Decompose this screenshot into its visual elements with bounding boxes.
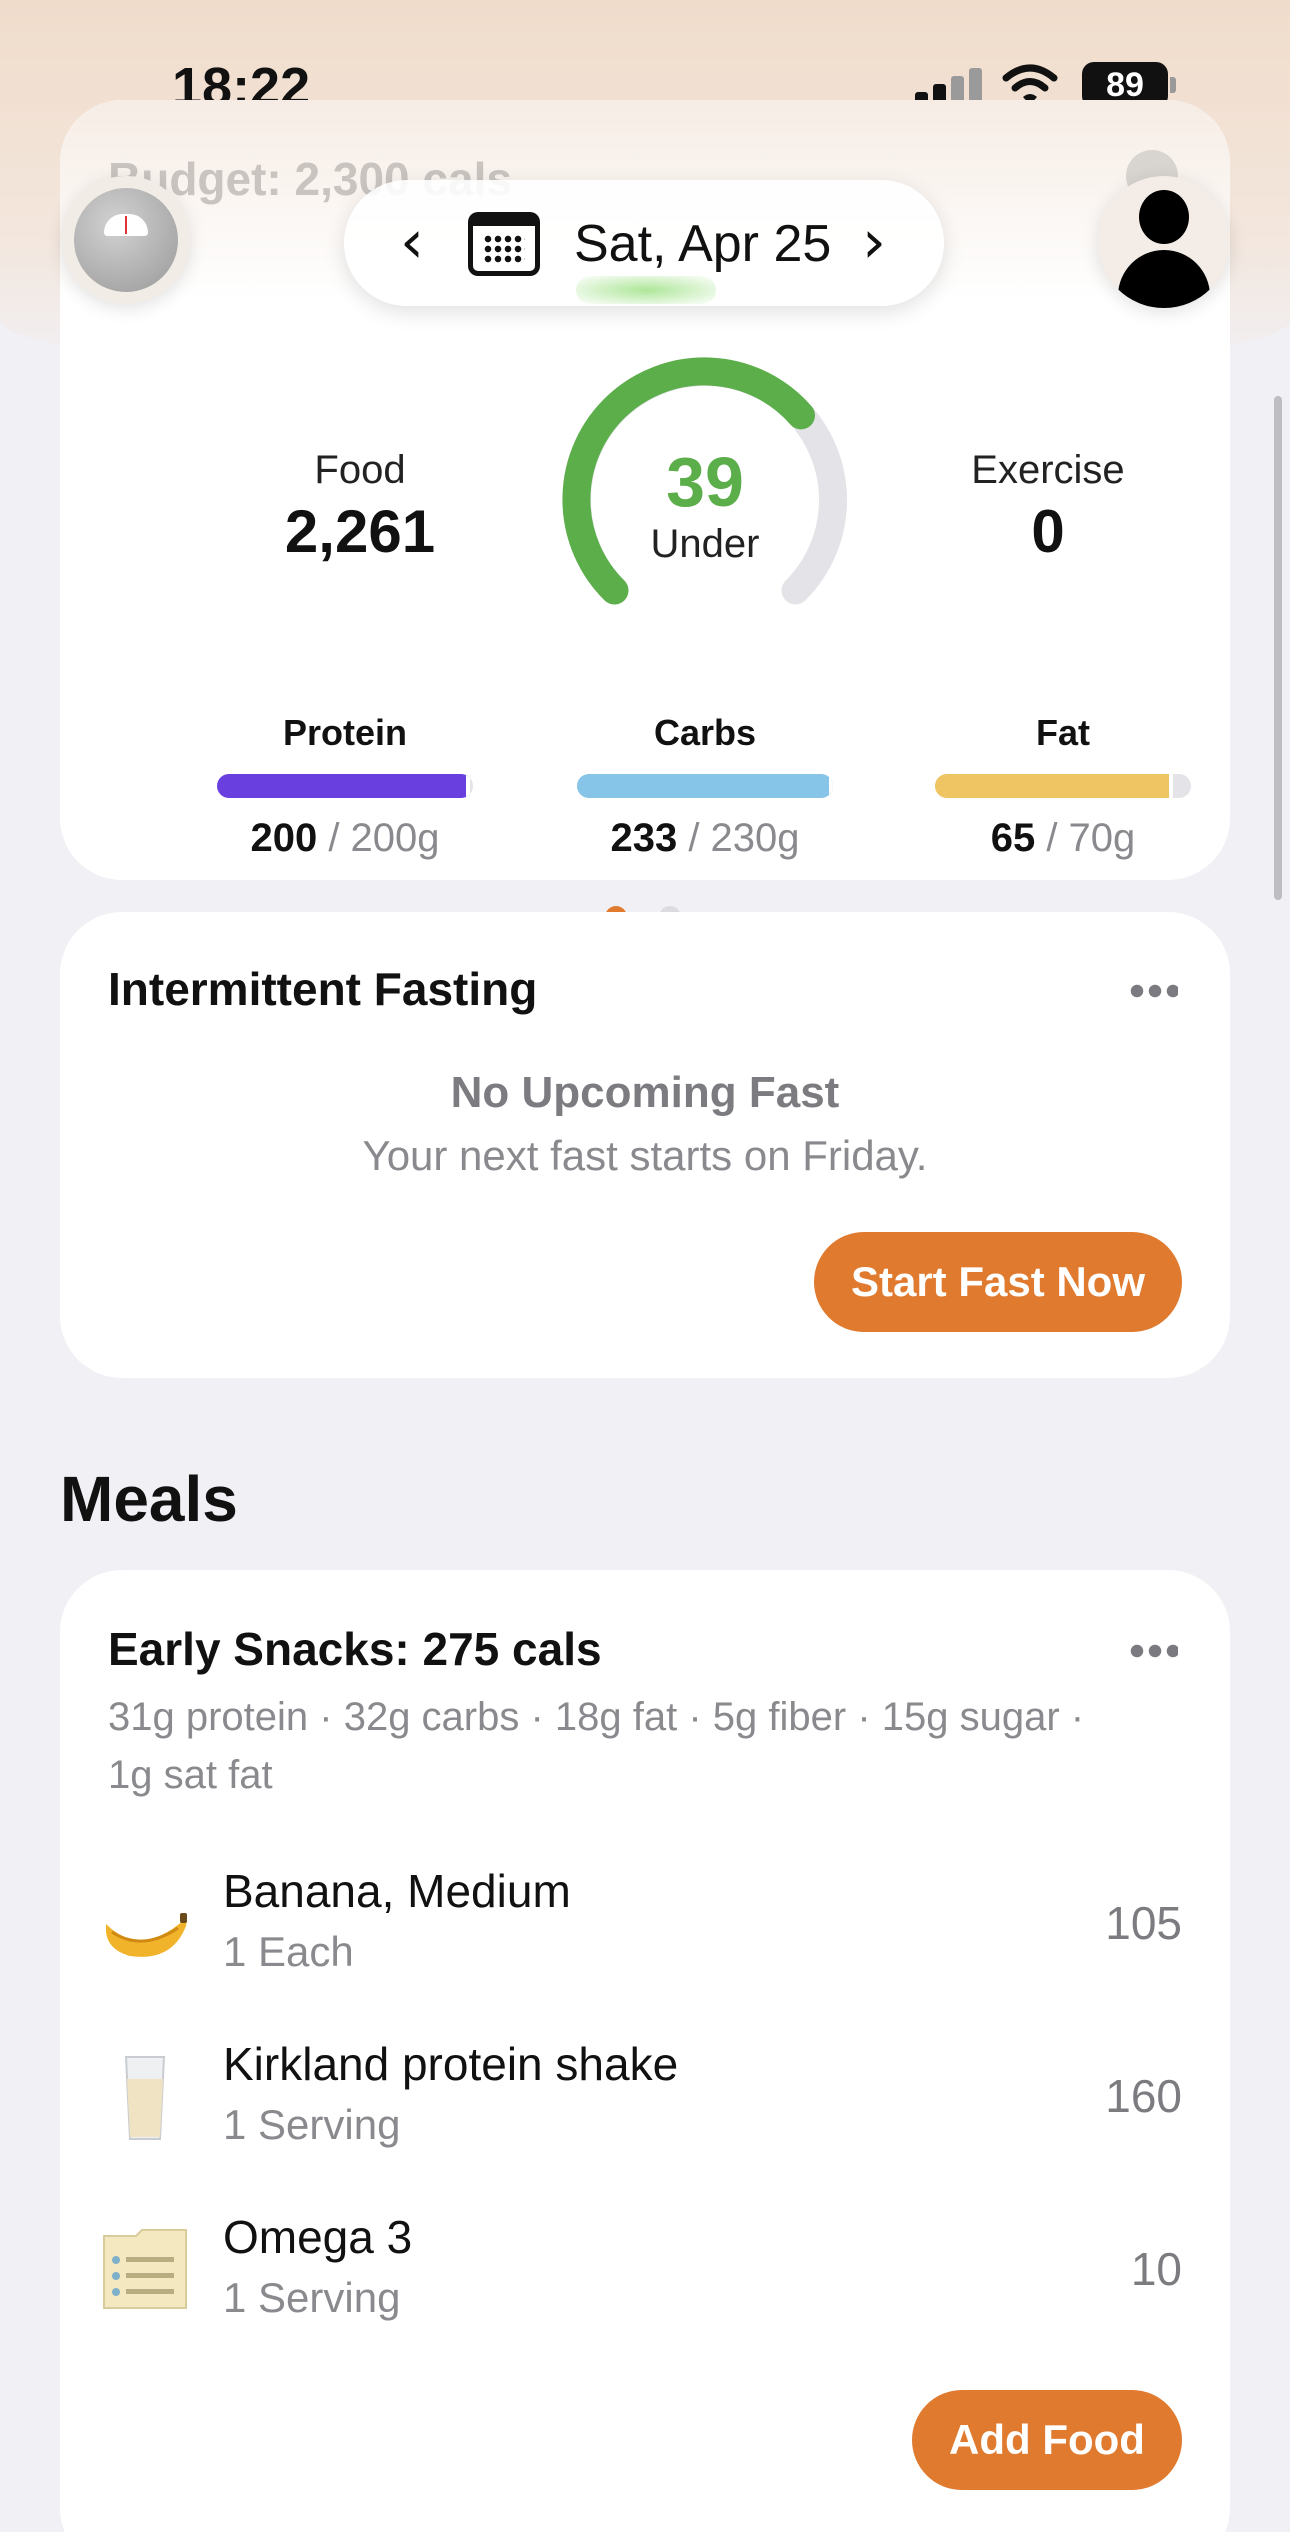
macro-amount: 233 / 230g — [610, 816, 800, 860]
food-row[interactable]: Omega 3 1 Serving 10 — [60, 2192, 1230, 2352]
macro-progress-bar — [577, 774, 833, 798]
remaining-calories: 39 — [666, 443, 744, 521]
macro-progress-fill — [217, 774, 471, 798]
calorie-gauge[interactable]: 39 Under — [550, 350, 860, 640]
macro-amount: 200 / 200g — [250, 816, 440, 860]
macro-carbs[interactable]: Carbs 233 / 230g — [575, 712, 835, 861]
fasting-status-title: No Upcoming Fast — [450, 1068, 840, 1117]
more-options-icon[interactable] — [1128, 984, 1178, 998]
macro-name: Protein — [282, 712, 407, 753]
food-metric[interactable]: Food 2,261 — [230, 448, 490, 566]
meal-card-early-snacks: Early Snacks: 275 cals 31g protein · 32g… — [60, 1570, 1230, 2532]
date-label[interactable]: Sat, Apr 25 — [574, 214, 831, 274]
macro-progress-bar — [935, 774, 1191, 798]
macro-amount: 65 / 70g — [990, 816, 1136, 860]
add-food-button[interactable]: Add Food — [912, 2390, 1182, 2490]
exercise-metric[interactable]: Exercise 0 — [918, 448, 1178, 566]
scrollbar[interactable] — [1274, 396, 1282, 900]
macro-progress-fill — [577, 774, 833, 798]
glass-icon — [124, 2056, 166, 2140]
scale-needle — [125, 216, 127, 234]
meal-macro-summary: 31g protein · 32g carbs · 18g fat · 5g f… — [108, 1695, 1085, 1797]
macro-name: Fat — [1036, 712, 1090, 753]
chevron-right-icon[interactable]: › — [844, 212, 904, 274]
note-icon — [103, 2229, 187, 2309]
remaining-label: Under — [650, 522, 760, 566]
scale-icon — [74, 188, 178, 292]
food-name: Banana, Medium — [223, 1865, 571, 1917]
start-fast-button[interactable]: Start Fast Now — [814, 1232, 1182, 1332]
fasting-status-subtitle: Your next fast starts on Friday. — [362, 1132, 928, 1179]
macro-progress-fill — [935, 774, 1174, 798]
exercise-label: Exercise — [971, 448, 1125, 492]
macro-fat[interactable]: Fat 65 / 70g — [933, 712, 1193, 861]
food-name: Omega 3 — [223, 2211, 413, 2263]
food-value: 2,261 — [284, 498, 436, 565]
food-calories: 105 — [1105, 1897, 1182, 1949]
profile-button[interactable] — [1098, 176, 1230, 308]
meals-heading: Meals — [60, 1463, 238, 1535]
date-selector[interactable]: ‹ Sat, Apr 25 › — [344, 180, 944, 306]
meal-title[interactable]: Early Snacks: 275 cals — [108, 1622, 602, 1676]
macro-progress-bar — [217, 774, 473, 798]
person-icon-body — [1118, 250, 1210, 308]
calendar-icon[interactable] — [468, 212, 540, 276]
food-serving: 1 Each — [223, 1928, 354, 1975]
banana-icon — [106, 1913, 187, 1957]
food-calories: 160 — [1105, 2070, 1182, 2122]
food-label: Food — [314, 448, 406, 492]
food-serving: 1 Serving — [223, 2101, 401, 2148]
calendar-grid — [483, 234, 525, 264]
exercise-value: 0 — [1031, 498, 1065, 565]
macro-protein[interactable]: Protein 200 / 200g — [215, 712, 475, 861]
food-name: Kirkland protein shake — [223, 2038, 679, 2090]
fasting-title: Intermittent Fasting — [108, 963, 538, 1015]
food-row[interactable]: Banana, Medium 1 Each 105 — [60, 1846, 1230, 2006]
today-indicator — [576, 276, 716, 304]
fasting-card: Intermittent Fasting No Upcoming Fast Yo… — [60, 912, 1230, 1378]
food-serving: 1 Serving — [223, 2274, 401, 2321]
macro-name: Carbs — [653, 712, 757, 753]
food-row[interactable]: Kirkland protein shake 1 Serving 160 — [60, 2019, 1230, 2179]
more-options-icon[interactable] — [1128, 1644, 1178, 1658]
weigh-in-button[interactable] — [62, 176, 190, 304]
person-icon — [1139, 190, 1189, 244]
food-calories: 10 — [1130, 2243, 1182, 2295]
chevron-left-icon[interactable]: ‹ — [382, 212, 442, 274]
